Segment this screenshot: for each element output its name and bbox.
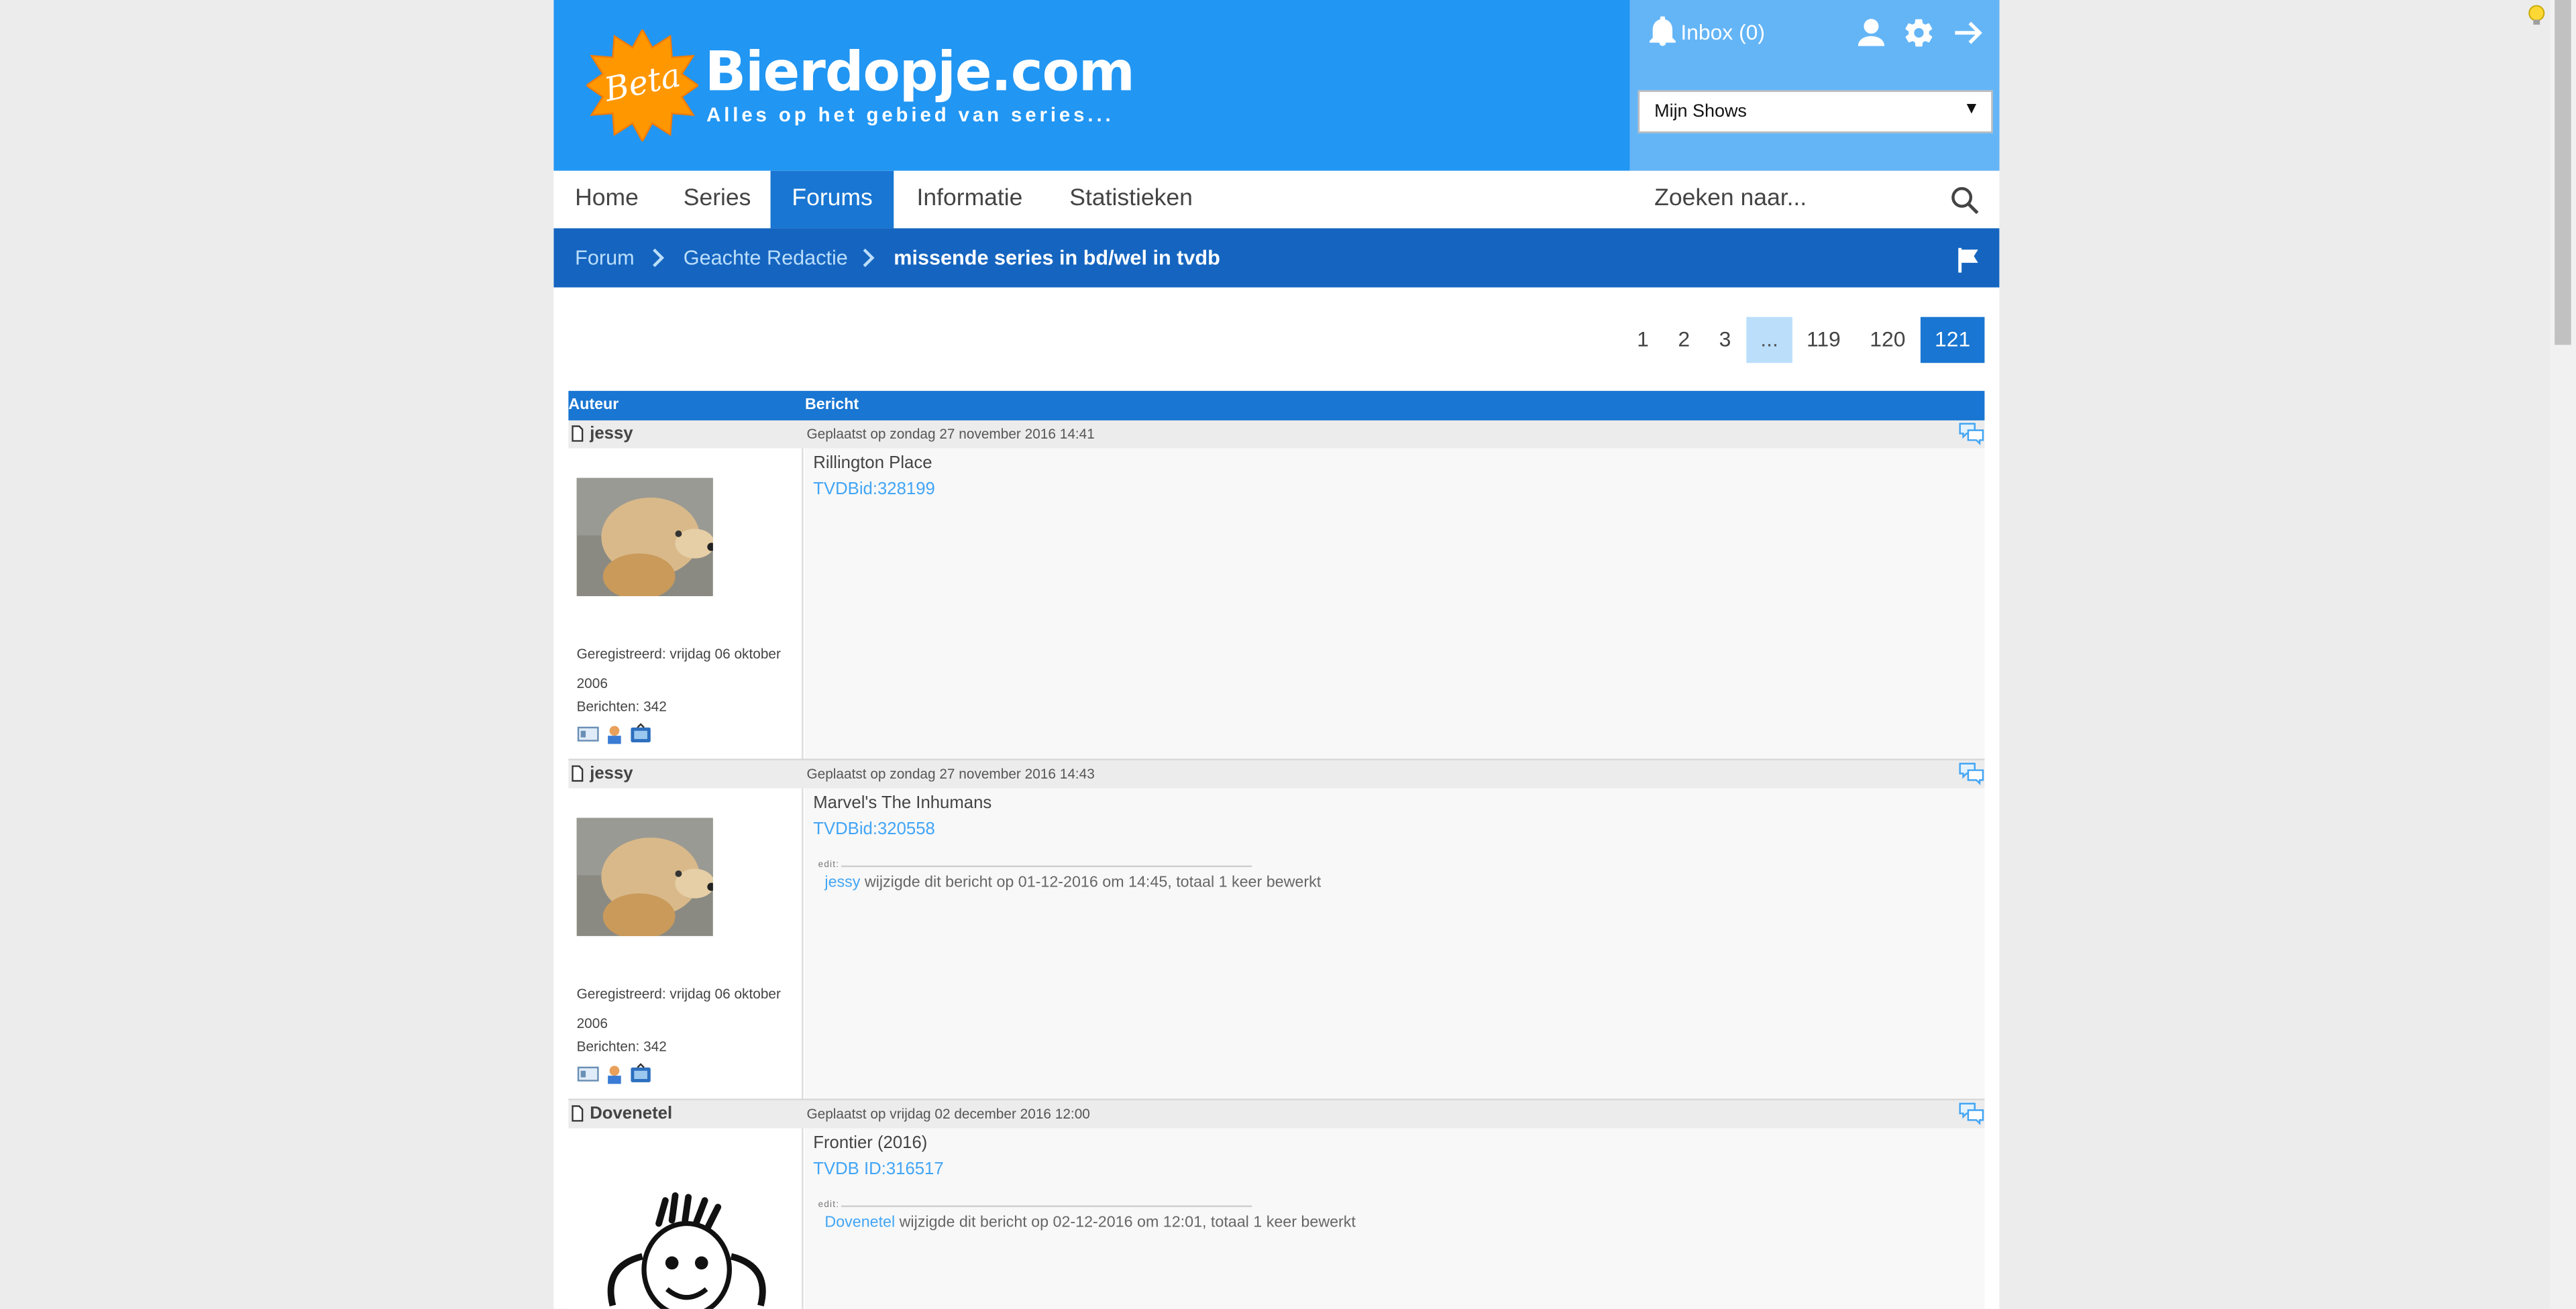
document-icon xyxy=(572,425,584,442)
search-icon[interactable] xyxy=(1950,186,1980,215)
breadcrumb-forum[interactable]: Forum xyxy=(575,228,634,287)
edit-label: edit: xyxy=(818,860,840,870)
post-text: Frontier (2016) xyxy=(813,1133,928,1153)
tvdb-link[interactable]: TVDBid:320558 xyxy=(813,819,935,839)
nav-item-forums[interactable]: Forums xyxy=(770,170,894,229)
beta-badge[interactable]: Beta xyxy=(585,27,700,144)
post-author-panel: Geregistreerd: vrijdag 06 oktober 2006 B… xyxy=(568,448,804,759)
nav-item-home[interactable]: Home xyxy=(553,171,659,229)
user-badges xyxy=(577,723,653,746)
quote-reply-icon[interactable] xyxy=(1958,762,1984,785)
edit-user-link[interactable]: Dovenetel xyxy=(824,1214,895,1232)
post-date: Geplaatst op vrijdag 02 december 2016 12… xyxy=(806,1105,1090,1122)
message-count: Berichten: 342 xyxy=(576,1037,667,1055)
site-header: Beta Bierdopje.com Alles op het gebied v… xyxy=(553,0,2000,171)
post-author[interactable]: Dovenetel xyxy=(590,1104,672,1123)
forum-post: jessy Geplaatst op zondag 27 november 20… xyxy=(568,420,1985,759)
post-body: Rillington Place TVDBid:328199 xyxy=(805,448,1985,759)
page-link[interactable]: 119 xyxy=(1796,317,1851,363)
post-body: Marvel's The Inhumans TVDBid:320558 edit… xyxy=(805,788,1985,1099)
edit-note-text: wijzigde dit bericht op 01-12-2016 om 14… xyxy=(860,873,1322,892)
document-icon xyxy=(572,1105,584,1122)
breadcrumb-current: missende series in bd/wel in tvdb xyxy=(894,246,1220,270)
registered-date: Geregistreerd: vrijdag 06 oktober 2006 xyxy=(576,985,781,1031)
page-current[interactable]: 121 xyxy=(1920,317,1985,363)
breadcrumb-geachte-redactie[interactable]: Geachte Redactie xyxy=(684,228,848,287)
post-author[interactable]: jessy xyxy=(590,764,633,783)
chevron-right-icon xyxy=(653,248,665,268)
quote-reply-icon[interactable] xyxy=(1958,422,1984,445)
avatar[interactable] xyxy=(576,477,713,596)
post-date: Geplaatst op zondag 27 november 2016 14:… xyxy=(806,765,1095,782)
dropdown-arrow-icon: ▼ xyxy=(1963,100,1980,119)
post-header: jessy Geplaatst op zondag 27 november 20… xyxy=(568,420,1985,449)
avatar[interactable] xyxy=(593,1191,782,1309)
user-icon[interactable] xyxy=(1855,16,1888,49)
forum-post: jessy Geplaatst op zondag 27 november 20… xyxy=(568,760,1985,1099)
page-scrollbar[interactable] xyxy=(2549,0,2576,1309)
page-link[interactable]: 2 xyxy=(1664,317,1704,363)
edit-note: Dovenetel wijzigde dit bericht op 02-12-… xyxy=(824,1214,1356,1232)
site-container: Beta Bierdopje.com Alles op het gebied v… xyxy=(553,0,2000,1309)
support-user-icon[interactable] xyxy=(603,723,626,746)
tvdb-link[interactable]: TVDB ID:316517 xyxy=(813,1159,943,1179)
search-input[interactable]: Zoeken naar... xyxy=(1654,171,1807,229)
tv-icon[interactable] xyxy=(629,723,652,746)
forum-post: Dovenetel Geplaatst op vrijdag 02 decemb… xyxy=(568,1100,1985,1309)
site-title[interactable]: Bierdopje.com xyxy=(705,40,1135,104)
user-badges xyxy=(577,1063,653,1086)
gear-icon[interactable] xyxy=(1902,16,1935,49)
logout-arrow-icon[interactable] xyxy=(1951,16,1984,49)
edit-note: jessy wijzigde dit bericht op 01-12-2016… xyxy=(824,874,1321,892)
posts-table-header: Auteur Bericht xyxy=(568,390,1985,420)
my-shows-value: Mijn Shows xyxy=(1654,101,1747,122)
lightbulb-icon[interactable] xyxy=(2525,3,2548,26)
id-card-icon[interactable] xyxy=(577,1063,600,1086)
nav-item-series[interactable]: Series xyxy=(662,171,772,229)
tvdb-link[interactable]: TVDBid:328199 xyxy=(813,479,935,499)
breadcrumb: Forum Geachte Redactie missende series i… xyxy=(553,228,2000,288)
quote-reply-icon[interactable] xyxy=(1958,1102,1984,1125)
main-nav: Home Series Forums Informatie Statistiek… xyxy=(553,170,2000,229)
post-author-panel xyxy=(568,1128,804,1309)
page-link[interactable]: 120 xyxy=(1860,317,1915,363)
col-author: Auteur xyxy=(568,396,619,414)
page-ellipsis[interactable]: ... xyxy=(1746,317,1792,363)
chevron-right-icon xyxy=(863,248,875,268)
post-text: Marvel's The Inhumans xyxy=(813,793,992,813)
bell-icon xyxy=(1649,16,1676,46)
col-message: Bericht xyxy=(805,396,859,414)
edit-label: edit: xyxy=(818,1200,840,1210)
support-user-icon[interactable] xyxy=(603,1063,626,1086)
post-author-panel: Geregistreerd: vrijdag 06 oktober 2006 B… xyxy=(568,788,804,1099)
edit-divider xyxy=(841,865,1252,868)
id-card-icon[interactable] xyxy=(577,723,600,746)
inbox-link[interactable]: Inbox (0) xyxy=(1649,16,1765,46)
post-date: Geplaatst op zondag 27 november 2016 14:… xyxy=(806,425,1095,442)
post-body: Frontier (2016) TVDB ID:316517 edit: Dov… xyxy=(805,1128,1985,1309)
edit-divider xyxy=(841,1205,1252,1208)
nav-item-statistieken[interactable]: Statistieken xyxy=(1048,171,1214,229)
scrollbar-thumb[interactable] xyxy=(2555,0,2571,345)
nav-item-informatie[interactable]: Informatie xyxy=(896,171,1044,229)
post-header: jessy Geplaatst op zondag 27 november 20… xyxy=(568,760,1985,789)
page-link[interactable]: 1 xyxy=(1623,317,1663,363)
my-shows-select[interactable]: Mijn Shows ▼ xyxy=(1638,90,1993,133)
inbox-label: Inbox (0) xyxy=(1680,19,1765,44)
registered-date: Geregistreerd: vrijdag 06 oktober 2006 xyxy=(576,645,781,692)
edit-user-link[interactable]: jessy xyxy=(824,874,860,892)
site-tagline: Alles op het gebied van series... xyxy=(706,103,1114,127)
avatar[interactable] xyxy=(576,817,713,936)
flag-icon[interactable] xyxy=(1955,246,1981,273)
edit-note-text: wijzigde dit bericht op 02-12-2016 om 12… xyxy=(895,1213,1356,1232)
tv-icon[interactable] xyxy=(629,1063,652,1086)
post-author[interactable]: jessy xyxy=(590,424,633,443)
post-text: Rillington Place xyxy=(813,453,932,473)
message-count: Berichten: 342 xyxy=(576,697,667,715)
post-header: Dovenetel Geplaatst op vrijdag 02 decemb… xyxy=(568,1100,1985,1129)
document-icon xyxy=(572,765,584,782)
page-link[interactable]: 3 xyxy=(1705,317,1745,363)
